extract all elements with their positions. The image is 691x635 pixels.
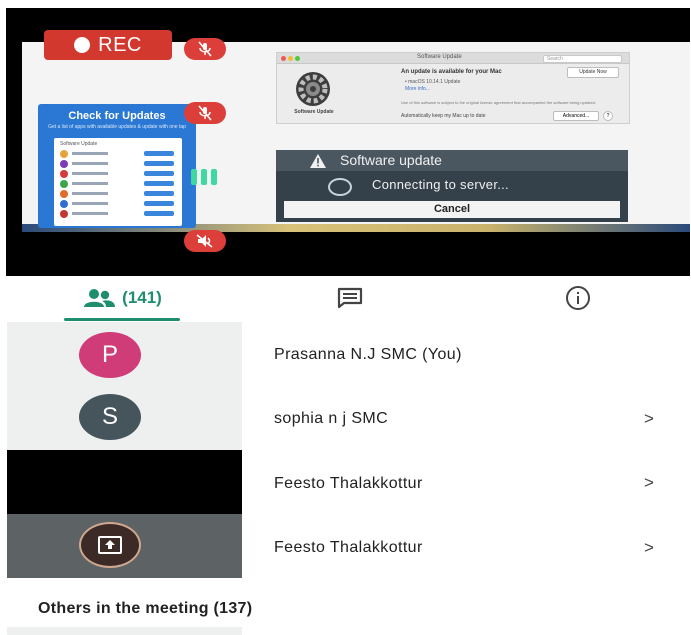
shared-screen-video: Check for Updates Get a list of apps wit… [6, 8, 690, 276]
cfu-list-header: Software Update [60, 141, 98, 147]
recording-badge: REC [44, 30, 172, 60]
tab-info[interactable] [548, 278, 608, 318]
cfu-row [60, 190, 176, 198]
mac-license-text: Use of this software is subject to the o… [401, 100, 597, 105]
info-icon [566, 286, 590, 310]
people-icon [84, 289, 116, 307]
next-participant-tile [7, 627, 242, 635]
chevron-right-icon[interactable]: > [644, 538, 654, 558]
cfu-row [60, 180, 176, 188]
check-for-updates-card: Check for Updates Get a list of apps wit… [38, 104, 196, 228]
cfu-subtitle: Get a list of apps with available update… [48, 124, 186, 130]
mac-update-now-button: Update Now [567, 67, 619, 78]
screen-share-avatar [79, 522, 141, 568]
mac-more-info-link: More info... [405, 86, 431, 92]
participant-name[interactable]: Feesto Thalakkottur [274, 539, 423, 557]
software-update-gear-icon [296, 72, 330, 106]
mac-update-heading: An update is available for your Mac [401, 69, 502, 75]
loading-spinner-icon [328, 178, 352, 196]
muted-mic-icon [184, 38, 226, 60]
participant-tile: P [7, 322, 242, 386]
cfu-row [60, 200, 176, 208]
active-tab-indicator [64, 318, 180, 321]
participant-name[interactable]: sophia n j SMC [274, 410, 388, 428]
participant-tile: S [7, 386, 242, 450]
mac-titlebar: Software Update Search [277, 53, 629, 64]
participant-name: Prasanna N.J SMC (You) [274, 346, 462, 363]
mac-advanced-button: Advanced... [553, 111, 599, 121]
dialog-body: Connecting to server... [276, 171, 628, 199]
cfu-row [60, 160, 176, 168]
chat-icon [337, 287, 363, 309]
cfu-app-list: Software Update [54, 138, 182, 226]
present-screen-icon [98, 536, 122, 554]
record-dot-icon [74, 37, 91, 53]
mac-search-field: Search [543, 55, 622, 63]
mac-help-button: ? [603, 111, 613, 121]
software-update-icon-label: Software Update [294, 109, 334, 115]
dialog-cancel-button: Cancel [284, 201, 620, 218]
tab-chat[interactable] [320, 278, 380, 318]
participant-name[interactable]: Feesto Thalakkottur [274, 475, 423, 493]
rec-label: REC [98, 33, 142, 56]
warning-icon [310, 154, 326, 168]
zoom-dot-icon [295, 56, 300, 61]
speaking-indicator-icon [186, 166, 222, 188]
cfu-row [60, 170, 176, 178]
chevron-right-icon[interactable]: > [644, 473, 654, 493]
avatar: S [79, 394, 141, 440]
mac-auto-update-checkbox: Automatically keep my Mac up to date [401, 113, 486, 119]
tab-people[interactable]: (141) [64, 278, 180, 318]
software-update-dialog: Software update Connecting to server... … [276, 150, 628, 222]
muted-mic-icon [184, 102, 226, 124]
participant-tile [7, 514, 242, 578]
others-in-meeting-heading: Others in the meeting (137) [38, 600, 253, 617]
chevron-right-icon[interactable]: > [644, 409, 654, 429]
cfu-title: Check for Updates [68, 110, 166, 122]
participant-tile [7, 450, 242, 514]
cfu-row [60, 150, 176, 158]
mac-software-update-window: Software Update Search Software Update A… [276, 52, 630, 124]
dialog-message: Connecting to server... [372, 177, 509, 192]
presentation-slide: Check for Updates Get a list of apps wit… [22, 42, 690, 232]
mac-window-title: Software Update [417, 54, 462, 60]
mac-update-item: • macOS 10.14.1 Update [405, 79, 461, 85]
dialog-header: Software update [276, 150, 628, 171]
meeting-tab-bar: (141) [0, 278, 691, 322]
avatar: P [79, 332, 141, 378]
muted-speaker-icon [184, 230, 226, 252]
close-dot-icon [281, 56, 286, 61]
dialog-title: Software update [340, 152, 442, 168]
participant-tiles: P S [7, 322, 242, 580]
people-count: (141) [122, 288, 162, 307]
cfu-row [60, 210, 176, 218]
minimize-dot-icon [288, 56, 293, 61]
